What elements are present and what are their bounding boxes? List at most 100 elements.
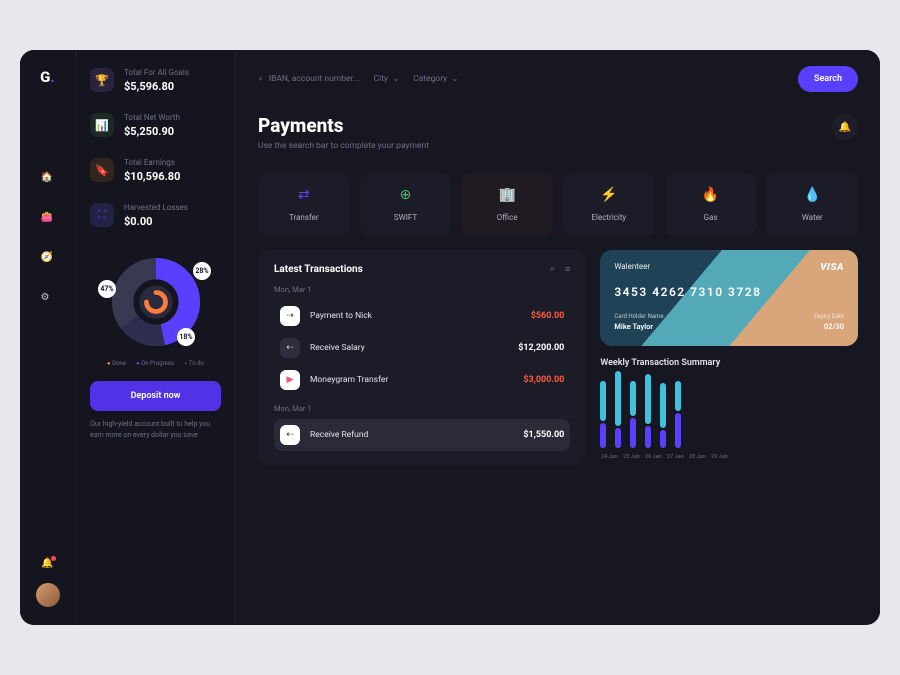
transaction-date: Mon, Mar 1 <box>274 404 570 413</box>
transaction-amount: $1,550.00 <box>523 430 564 440</box>
card-holder: Mike Taylor <box>614 322 663 331</box>
avatar[interactable] <box>36 583 60 607</box>
transactions-title: Latest Transactions <box>274 264 363 275</box>
stat-value: $5,250.90 <box>124 125 180 138</box>
bar <box>600 381 606 448</box>
bar-seg-a <box>675 381 681 411</box>
transaction-amount: $3,000.00 <box>523 375 564 385</box>
bar-seg-b <box>600 423 606 448</box>
x-label: 24 Jan <box>600 454 618 460</box>
transaction-row[interactable]: ⇠ Receive Refund $1,550.00 <box>274 419 570 451</box>
bar-seg-a <box>630 381 636 416</box>
notifications-icon[interactable]: 🔔 <box>41 558 53 569</box>
stat-item: 🏆 Total For All Goals $5,596.80 <box>90 68 221 93</box>
donut-label-1: 28% <box>193 262 211 280</box>
transaction-name: Receive Refund <box>310 430 368 440</box>
wallet-icon[interactable]: 👛 <box>41 212 55 226</box>
bar <box>675 381 681 448</box>
category-gas[interactable]: 🔥 Gas <box>665 173 757 236</box>
transaction-icon: ⇠ <box>280 425 300 445</box>
search-input[interactable]: ⌕IBAN, account number... <box>258 74 360 84</box>
payments-icon[interactable]: 🧭 <box>41 252 55 266</box>
bar-seg-a <box>600 381 606 421</box>
donut-label-2: 47% <box>98 280 116 298</box>
transaction-name: Payment to Nick <box>310 311 372 321</box>
bar-seg-b <box>660 430 666 448</box>
bell-button[interactable]: 🔔 <box>832 114 858 140</box>
page-subtitle: Use the search bar to complete your paym… <box>258 141 429 151</box>
page-title: Payments <box>258 114 429 137</box>
chevron-down-icon: ⌄ <box>392 74 399 84</box>
bar <box>660 383 666 448</box>
chevron-down-icon: ⌄ <box>451 74 458 84</box>
category-label: Office <box>497 213 518 222</box>
card-holder-label: Card Holder Name <box>614 313 663 320</box>
settings-icon[interactable]: ⚙ <box>41 292 55 306</box>
main: ⌕IBAN, account number... City ⌄ Category… <box>236 50 880 625</box>
x-label: 26 Jan <box>644 454 662 460</box>
category-label: Gas <box>704 213 718 222</box>
stat-value: $10,596.80 <box>124 170 180 183</box>
card-bank: Walenteer <box>614 262 844 271</box>
bar-seg-b <box>675 413 681 448</box>
category-grid: ⇄ Transfer ⊕ SWIFT 🏢 Office ⚡ Electricit… <box>258 173 858 236</box>
bar-seg-b <box>615 428 621 448</box>
stat-item: ⛶ Harvested Losses $0.00 <box>90 203 221 228</box>
bar-seg-a <box>615 371 621 426</box>
stat-value: $0.00 <box>124 215 188 228</box>
category-transfer[interactable]: ⇄ Transfer <box>258 173 350 236</box>
transfer-icon: ⇄ <box>298 187 310 203</box>
stats-sidebar: 🏆 Total For All Goals $5,596.80 📊 Total … <box>76 50 236 625</box>
x-label: 29 Jan <box>710 454 728 460</box>
category-filter[interactable]: Category ⌄ <box>413 74 458 84</box>
transaction-amount: $560.00 <box>531 311 565 321</box>
logo: G. <box>40 68 55 86</box>
bar <box>615 371 621 448</box>
card-expiry-label: Expiry Date <box>814 313 844 320</box>
transactions-search-icon[interactable]: ⌕ <box>550 264 555 275</box>
category-electricity[interactable]: ⚡ Electricity <box>563 173 655 236</box>
category-swift[interactable]: ⊕ SWIFT <box>360 173 452 236</box>
transaction-name: Moneygram Transfer <box>310 375 388 385</box>
transaction-row[interactable]: ⇢ Payment to Nick $560.00 <box>274 300 570 332</box>
bar-seg-a <box>660 383 666 428</box>
transaction-row[interactable]: ⇠ Receive Salary $12,200.00 <box>274 332 570 364</box>
transaction-name: Receive Salary <box>310 343 365 353</box>
category-label: Transfer <box>289 213 319 222</box>
category-label: Electricity <box>591 213 626 222</box>
deposit-button[interactable]: Deposit now <box>90 381 221 411</box>
stat-icon: 🔖 <box>90 158 114 182</box>
search-bar: ⌕IBAN, account number... City ⌄ Category… <box>258 66 858 92</box>
category-office[interactable]: 🏢 Office <box>461 173 553 236</box>
x-label: 28 Jan <box>688 454 706 460</box>
summary-title: Weekly Transaction Summary <box>600 358 858 368</box>
x-label: 25 Jan <box>622 454 640 460</box>
transaction-amount: $12,200.00 <box>518 343 564 353</box>
card-expiry: 02/30 <box>814 322 844 331</box>
app-shell: G. 🏠 👛 🧭 ⚙ 🔔 🏆 Total For All Goals $5,59… <box>20 50 880 625</box>
electricity-icon: ⚡ <box>600 187 617 203</box>
stat-label: Total Net Worth <box>124 113 180 122</box>
transaction-date: Mon, Mar 1 <box>274 285 570 294</box>
transactions-panel: Latest Transactions ⌕ ≡ Mon, Mar 1 ⇢ Pay… <box>258 250 586 465</box>
bar-seg-a <box>645 374 651 424</box>
card-brand: VISA <box>820 262 844 273</box>
transaction-icon: ⇠ <box>280 338 300 358</box>
stat-icon: ⛶ <box>90 203 114 227</box>
category-label: Water <box>802 213 823 222</box>
bell-icon: 🔔 <box>839 122 851 133</box>
stat-item: 🔖 Total Earnings $10,596.80 <box>90 158 221 183</box>
search-button[interactable]: Search <box>798 66 858 92</box>
goals-donut: 28% 47% 18% <box>90 252 221 352</box>
card-number: 3453 4262 7310 3728 <box>614 285 844 299</box>
category-water[interactable]: 💧 Water <box>766 173 858 236</box>
credit-card[interactable]: Walenteer VISA 3453 4262 7310 3728 Card … <box>600 250 858 346</box>
nav-rail: G. 🏠 👛 🧭 ⚙ 🔔 <box>20 50 76 625</box>
home-icon[interactable]: 🏠 <box>41 172 55 186</box>
transaction-row[interactable]: ▶ Moneygram Transfer $3,000.00 <box>274 364 570 396</box>
transactions-menu-icon[interactable]: ≡ <box>565 264 570 275</box>
deposit-note: Our high-yield account built to help you… <box>90 419 221 440</box>
search-icon: ⌕ <box>258 74 263 84</box>
stat-item: 📊 Total Net Worth $5,250.90 <box>90 113 221 138</box>
city-filter[interactable]: City ⌄ <box>374 74 400 84</box>
